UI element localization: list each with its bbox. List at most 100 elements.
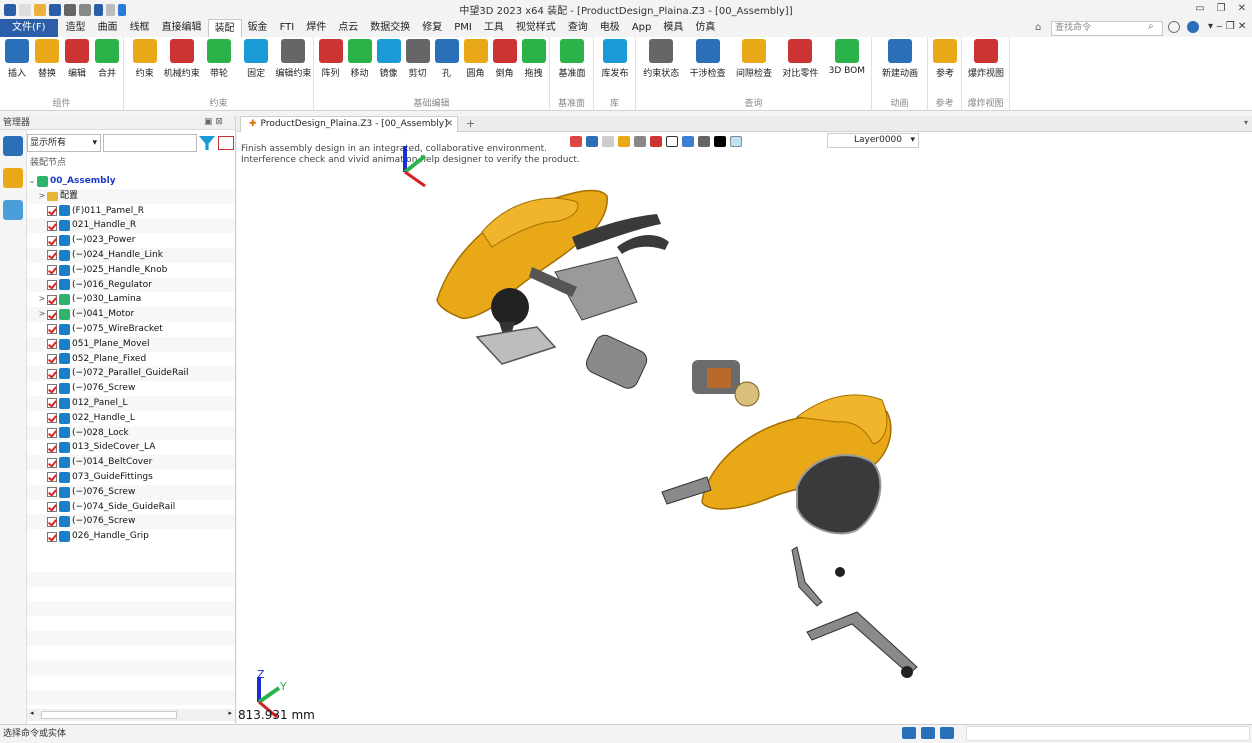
document-tab[interactable]: ✚ ProductDesign_Plaina.Z3 - [00_Assembly]… xyxy=(240,116,458,132)
expand-icon[interactable]: > xyxy=(37,292,47,307)
menu-12[interactable]: 工具 xyxy=(478,19,510,37)
redo-icon[interactable] xyxy=(106,3,115,16)
new-file-icon[interactable] xyxy=(19,3,31,16)
visibility-checkbox[interactable] xyxy=(47,279,57,290)
close-icon[interactable]: ✕ xyxy=(1238,3,1246,14)
menu-1[interactable]: 曲面 xyxy=(92,19,124,37)
visibility-checkbox[interactable] xyxy=(47,309,57,320)
menu-10[interactable]: 修复 xyxy=(416,19,448,37)
image-icon[interactable] xyxy=(3,200,23,220)
visibility-checkbox[interactable] xyxy=(47,427,57,438)
menu-8[interactable]: 点云 xyxy=(332,19,364,37)
model-part-parallel-guide-rail[interactable] xyxy=(806,611,918,675)
visibility-checkbox[interactable] xyxy=(47,516,57,527)
ribbon-button-8-0[interactable]: 爆炸视图 xyxy=(964,39,1008,79)
tree-item[interactable]: (−)075_WireBracket xyxy=(27,322,235,337)
menu-11[interactable]: PMI xyxy=(448,19,478,37)
window-icon[interactable] xyxy=(940,727,954,739)
ribbon-button-2-1[interactable]: 移动 xyxy=(345,39,374,79)
visibility-checkbox[interactable] xyxy=(47,294,57,305)
visibility-checkbox[interactable] xyxy=(47,442,57,453)
tree-item[interactable]: > (−)030_Lamina xyxy=(27,292,235,307)
model-part-motor[interactable] xyxy=(692,360,760,407)
tree-item[interactable]: 073_GuideFittings xyxy=(27,470,235,485)
model-part-plane-movel[interactable] xyxy=(475,326,557,365)
filter-input[interactable] xyxy=(103,134,197,152)
layout-icon[interactable] xyxy=(902,727,916,739)
open-file-icon[interactable] xyxy=(34,3,46,16)
3d-viewport[interactable]: Finish assembly design in an integrated,… xyxy=(237,132,1252,724)
help-icon[interactable] xyxy=(1187,21,1199,33)
undo-icon[interactable] xyxy=(94,3,103,16)
visibility-checkbox[interactable] xyxy=(47,413,57,424)
model-part-power[interactable] xyxy=(583,332,650,391)
menu-9[interactable]: 数据交换 xyxy=(364,19,416,37)
ribbon-button-2-5[interactable]: 圆角 xyxy=(461,39,490,79)
ribbon-button-5-2[interactable]: 间隙检查 xyxy=(731,39,777,79)
panel-controls[interactable]: ▣ ⊠ xyxy=(204,117,223,127)
horizontal-scrollbar[interactable]: ◂ ▸ xyxy=(27,709,235,721)
tree-item[interactable]: (−)016_Regulator xyxy=(27,277,235,293)
ribbon-window-controls[interactable]: ▾ ‒ ❐ ✕ xyxy=(1208,21,1246,32)
save-icon[interactable] xyxy=(49,3,61,16)
new-tab-icon[interactable]: + xyxy=(466,116,475,132)
home-icon[interactable]: ⌂ xyxy=(1035,22,1041,33)
close-tab-icon[interactable]: ✕ xyxy=(445,117,453,132)
visibility-checkbox[interactable] xyxy=(47,353,57,364)
ribbon-button-2-7[interactable]: 拖拽 xyxy=(519,39,548,79)
collapse-icon[interactable]: ⌄ xyxy=(27,174,37,189)
scroll-right-icon[interactable]: ▸ xyxy=(228,709,232,717)
visibility-checkbox[interactable] xyxy=(47,265,57,276)
tree-item[interactable]: (−)076_Screw xyxy=(27,484,235,500)
visibility-checkbox[interactable] xyxy=(47,531,57,542)
model-part-handle-knob[interactable] xyxy=(491,288,529,326)
command-input[interactable] xyxy=(966,726,1250,741)
ribbon-button-5-4[interactable]: 3D BOM xyxy=(824,39,870,76)
menu-7[interactable]: 焊件 xyxy=(300,19,332,37)
list-options-icon[interactable] xyxy=(218,136,234,150)
tree-item[interactable]: 026_Handle_Grip xyxy=(27,529,235,544)
tree-item[interactable]: (−)028_Lock xyxy=(27,425,235,441)
ribbon-button-1-0[interactable]: 约束 xyxy=(126,39,163,79)
visibility-checkbox[interactable] xyxy=(47,220,57,231)
ribbon-button-4-0[interactable]: 库发布 xyxy=(596,39,634,79)
assembly-tree-icon[interactable] xyxy=(3,136,23,156)
ribbon-button-2-6[interactable]: 倒角 xyxy=(490,39,519,79)
visibility-checkbox[interactable] xyxy=(47,501,57,512)
visibility-checkbox[interactable] xyxy=(47,383,57,394)
ribbon-button-3-0[interactable]: 基准面 xyxy=(552,39,592,79)
restore-icon[interactable]: ❐ xyxy=(1217,3,1226,14)
scrollbar-thumb[interactable] xyxy=(41,711,177,719)
ribbon-button-1-1[interactable]: 机械约束 xyxy=(163,39,200,79)
ribbon-button-0-1[interactable]: 替换 xyxy=(32,39,62,79)
command-search-input[interactable]: 查找命令 xyxy=(1051,21,1163,36)
menu-18[interactable]: 仿真 xyxy=(689,19,721,37)
print-preview-icon[interactable] xyxy=(79,3,91,16)
tree-item[interactable]: > 配置 xyxy=(27,188,235,204)
tree-item[interactable]: (−)025_Handle_Knob xyxy=(27,263,235,278)
expand-icon[interactable]: > xyxy=(37,307,47,322)
tree-item[interactable]: (−)074_Side_GuideRail xyxy=(27,500,235,515)
menu-16[interactable]: App xyxy=(626,19,658,37)
print-icon[interactable] xyxy=(64,3,76,16)
menu-6[interactable]: FTI xyxy=(274,19,301,37)
visibility-checkbox[interactable] xyxy=(47,472,57,483)
menu-15[interactable]: 电极 xyxy=(594,19,626,37)
model-part-screw[interactable] xyxy=(901,666,913,678)
model-part-wire-bracket[interactable] xyxy=(791,546,823,607)
expand-icon[interactable]: > xyxy=(37,189,47,204)
run-icon[interactable] xyxy=(118,3,126,16)
menu-2[interactable]: 线框 xyxy=(124,19,156,37)
tab-menu-icon[interactable]: ▾ xyxy=(1244,118,1248,127)
tree-item[interactable]: 052_Plane_Fixed xyxy=(27,352,235,367)
model-part-lock[interactable] xyxy=(617,235,669,254)
model-part-guide-fittings[interactable] xyxy=(835,567,845,577)
visibility-checkbox[interactable] xyxy=(47,368,57,379)
menu-14[interactable]: 查询 xyxy=(562,19,594,37)
tree-item[interactable]: > (−)041_Motor xyxy=(27,307,235,322)
ribbon-button-5-3[interactable]: 对比零件 xyxy=(777,39,823,79)
menu-17[interactable]: 模具 xyxy=(657,19,689,37)
ribbon-button-5-1[interactable]: 干涉检查 xyxy=(684,39,730,79)
visibility-checkbox[interactable] xyxy=(47,324,57,335)
menu-4[interactable]: 装配 xyxy=(207,19,242,37)
